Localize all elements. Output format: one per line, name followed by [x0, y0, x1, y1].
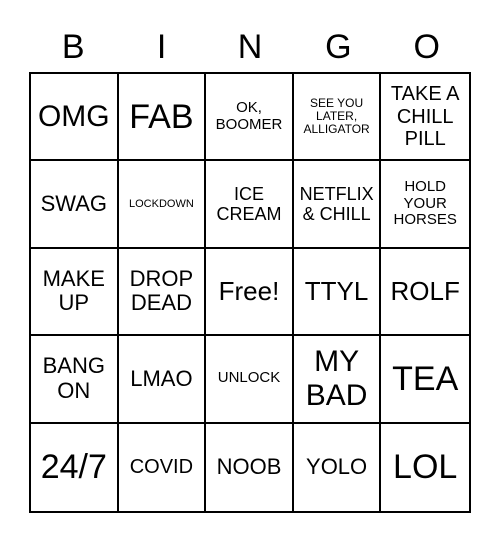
- bingo-cell[interactable]: DROP DEAD: [118, 248, 207, 337]
- bingo-cell[interactable]: SWAG: [31, 161, 119, 249]
- free-space-cell[interactable]: Free!: [206, 248, 294, 337]
- bingo-cell[interactable]: HOLD YOUR HORSES: [381, 161, 469, 249]
- bingo-grid: OMG FAB OK, BOOMER SEE YOU LATER, ALLIGA…: [29, 72, 471, 513]
- bingo-header: B I N G O: [29, 22, 471, 72]
- bingo-cell[interactable]: NETFLIX & CHILL: [293, 161, 382, 249]
- bingo-cell[interactable]: FAB: [118, 74, 207, 162]
- bingo-cell[interactable]: TEA: [381, 336, 469, 424]
- bingo-cell[interactable]: MY BAD: [293, 336, 382, 424]
- bingo-cell[interactable]: COVID: [119, 423, 207, 511]
- bingo-cell[interactable]: NOOB: [206, 423, 294, 511]
- header-letter-i: I: [156, 28, 167, 66]
- bingo-cell[interactable]: OK, BOOMER: [206, 74, 294, 162]
- bingo-cell[interactable]: UNLOCK: [206, 336, 294, 424]
- bingo-cell[interactable]: ROLF: [381, 249, 469, 337]
- bingo-cell[interactable]: SEE YOU LATER, ALLIGATOR: [293, 74, 382, 162]
- bingo-cell[interactable]: TAKE A CHILL PILL: [381, 74, 469, 162]
- bingo-cell[interactable]: ICE CREAM: [206, 161, 294, 249]
- bingo-cell[interactable]: LOCKDOWN: [118, 161, 207, 249]
- bingo-cell[interactable]: BANG ON: [31, 336, 119, 424]
- header-letter-g: G: [325, 28, 352, 66]
- bingo-cell[interactable]: YOLO: [294, 423, 382, 511]
- header-letter-n: N: [237, 28, 263, 66]
- bingo-cell[interactable]: OMG: [31, 74, 119, 162]
- header-letter-o: O: [413, 28, 440, 66]
- bingo-cell[interactable]: LMAO: [118, 336, 207, 424]
- header-letter-b: B: [61, 28, 85, 66]
- bingo-cell[interactable]: MAKE UP: [31, 248, 119, 337]
- bingo-cell[interactable]: TTYL: [293, 248, 382, 337]
- bingo-cell[interactable]: LOL: [381, 424, 469, 511]
- bingo-cell[interactable]: 24/7: [31, 423, 119, 511]
